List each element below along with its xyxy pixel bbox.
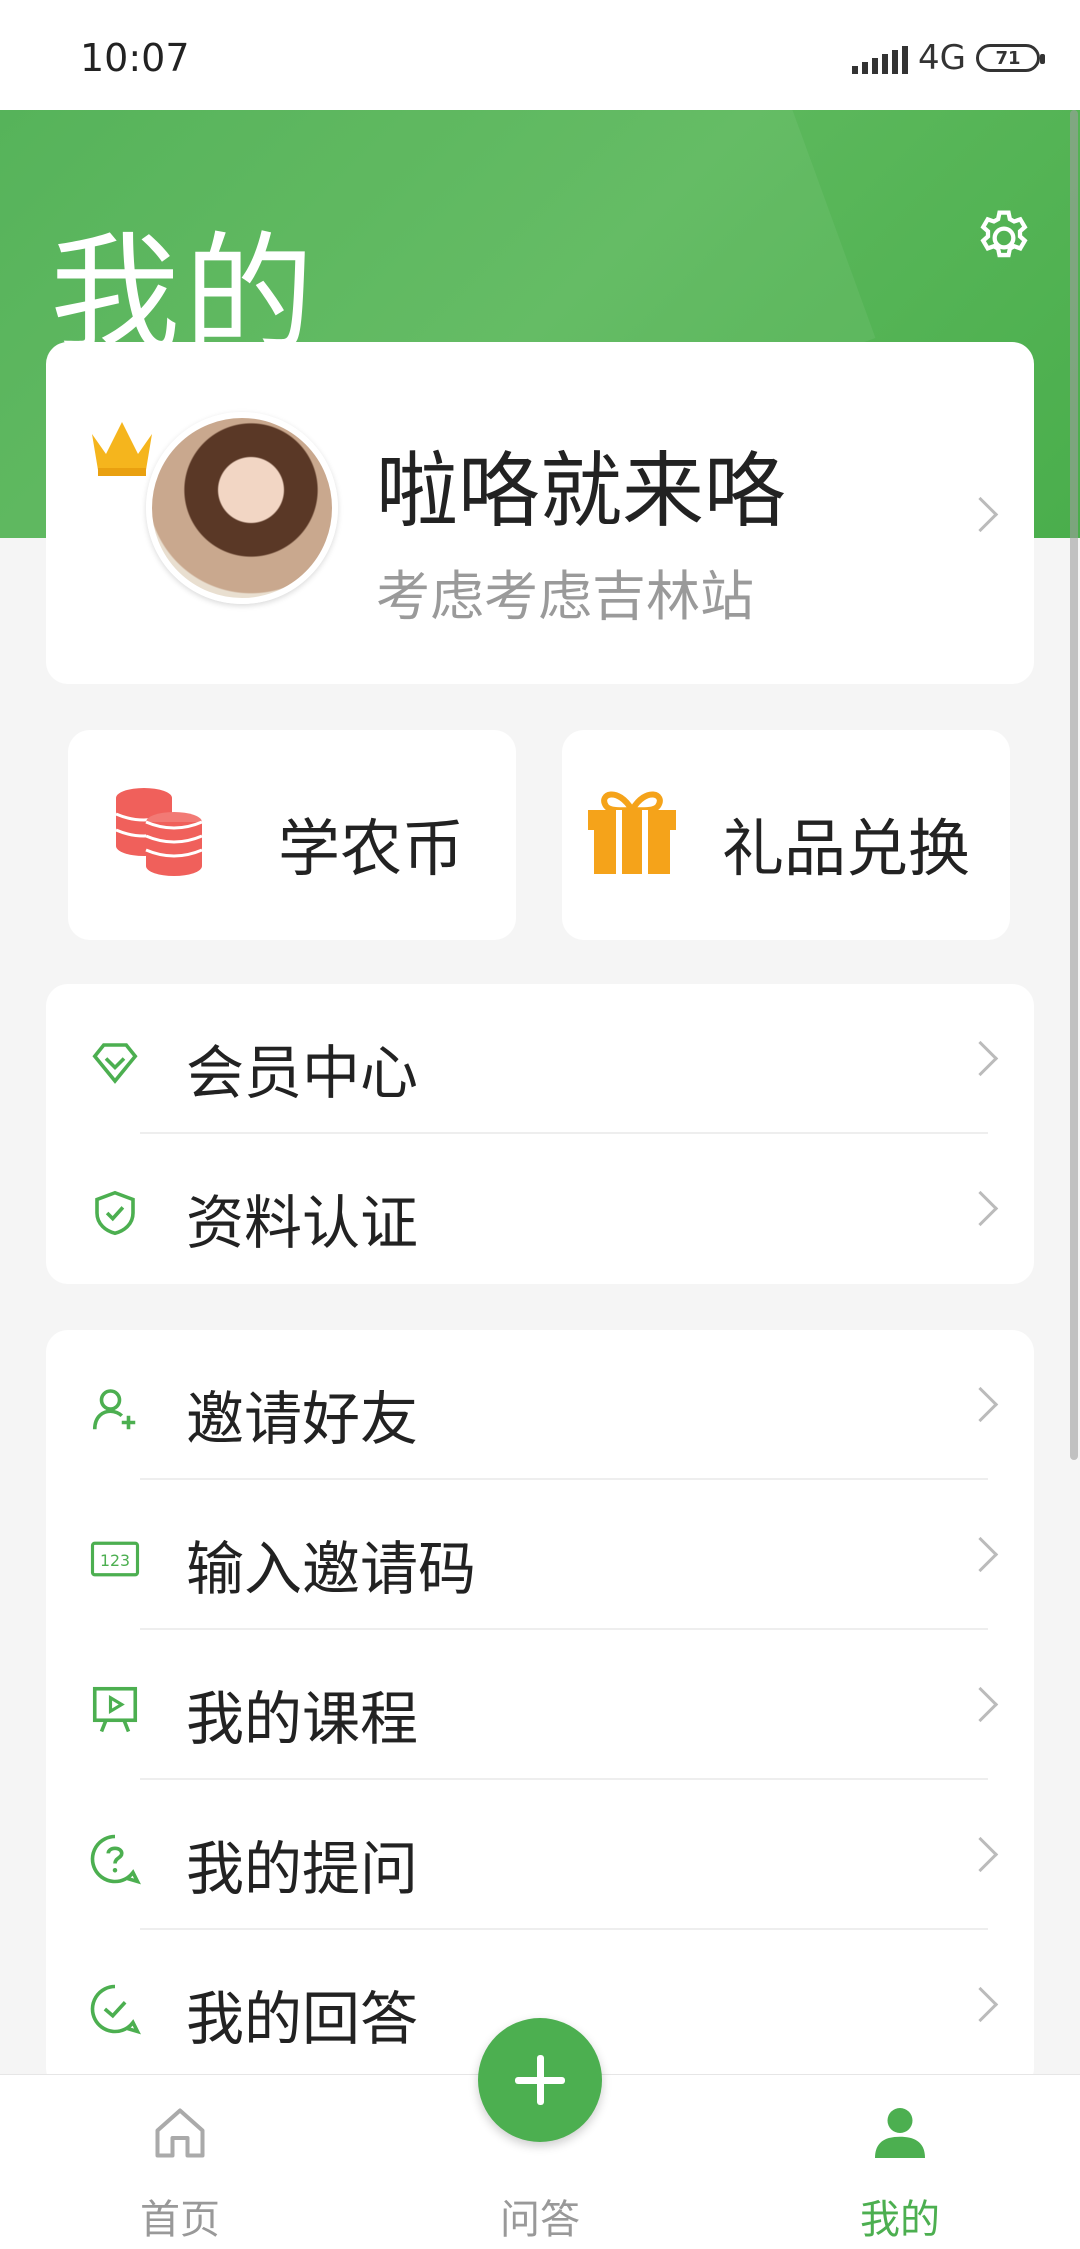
chevron-right-icon: [962, 496, 999, 533]
user-station: 考虑考虑吉林站: [376, 565, 754, 628]
svg-text:123: 123: [100, 1551, 130, 1570]
chevron-right-icon: [962, 1190, 999, 1227]
battery-icon: 71: [976, 44, 1045, 72]
menu-item-enter-invite-code[interactable]: 123 输入邀请码: [46, 1480, 1034, 1630]
gift-icon: [588, 791, 676, 874]
chevron-right-icon: [962, 1836, 999, 1873]
shield-check-icon: [95, 1190, 135, 1236]
code-123-icon: 123: [90, 1541, 140, 1577]
coins-label: 学农币: [278, 812, 465, 885]
add-user-icon: [92, 1389, 136, 1430]
user-name: 啦咯就来咯: [376, 444, 787, 539]
menu-item-my-questions[interactable]: 我的提问: [46, 1780, 1034, 1930]
settings-gear-icon[interactable]: [972, 206, 1036, 270]
profile-card[interactable]: 啦咯就来咯 考虑考虑吉林站: [46, 342, 1034, 684]
video-board-icon: [92, 1686, 138, 1733]
menu-label: 输入邀请码: [186, 1535, 477, 1603]
nav-qa-label: 问答: [500, 2197, 580, 2243]
menu-label: 会员中心: [186, 1039, 419, 1107]
gift-exchange-label: 礼品兑换: [722, 812, 971, 885]
chevron-right-icon: [962, 1536, 999, 1573]
coins-tile[interactable]: 学农币: [68, 730, 516, 940]
chevron-right-icon: [962, 1686, 999, 1723]
menu-item-invite-friends[interactable]: 邀请好友: [46, 1330, 1034, 1480]
menu-group-membership: 会员中心 资料认证: [46, 984, 1034, 1284]
nav-home[interactable]: 首页: [70, 2075, 290, 2249]
nav-home-label: 首页: [140, 2197, 220, 2243]
add-icon[interactable]: [478, 2018, 602, 2142]
crown-icon: [92, 422, 152, 476]
status-indicators: 4G 71: [852, 38, 1045, 78]
check-bubble-icon: [90, 1984, 141, 2035]
coins-icon: [115, 788, 203, 876]
menu-label: 资料认证: [186, 1189, 419, 1257]
menu-group-activity: 邀请好友 123 输入邀请码 我的课程 我的提问 我的回答: [46, 1330, 1034, 2090]
menu-label: 邀请好友: [186, 1385, 419, 1453]
menu-label: 我的回答: [186, 1985, 419, 2053]
scrollbar[interactable]: [1070, 110, 1078, 1460]
status-bar: 10:07 4G 71: [0, 0, 1080, 110]
chevron-right-icon: [962, 1040, 999, 1077]
menu-label: 我的提问: [186, 1835, 419, 1903]
avatar[interactable]: [146, 412, 338, 604]
nav-mine-label: 我的: [860, 2197, 940, 2243]
menu-item-verification[interactable]: 资料认证: [46, 1134, 1034, 1284]
diamond-icon: [92, 1043, 138, 1084]
chevron-right-icon: [962, 1386, 999, 1423]
menu-item-member-center[interactable]: 会员中心: [46, 984, 1034, 1134]
signal-icon: [852, 42, 909, 74]
battery-level: 71: [995, 47, 1021, 69]
chevron-right-icon: [962, 1986, 999, 2023]
home-icon: [155, 2108, 205, 2158]
menu-item-my-courses[interactable]: 我的课程: [46, 1630, 1034, 1780]
person-icon: [875, 2108, 925, 2158]
menu-label: 我的课程: [186, 1685, 419, 1753]
network-type: 4G: [918, 38, 966, 78]
gift-exchange-tile[interactable]: 礼品兑换: [562, 730, 1010, 940]
question-bubble-icon: [90, 1834, 141, 1885]
status-time: 10:07: [80, 36, 190, 80]
nav-mine[interactable]: 我的: [790, 2075, 1010, 2249]
